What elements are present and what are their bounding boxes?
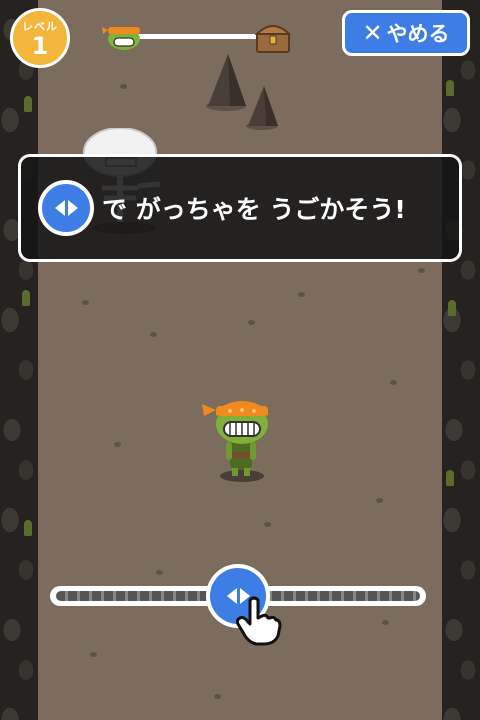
tutorial-banner: で がっちゃを うごかそう! bbox=[18, 154, 462, 262]
player-head-icon bbox=[102, 27, 140, 50]
quit-button-label: やめる bbox=[386, 22, 450, 46]
level-badge: レベル 1 bbox=[10, 8, 70, 68]
treasure-chest-icon bbox=[254, 25, 292, 53]
quit-button[interactable]: ✕ やめる bbox=[342, 10, 470, 56]
pointing-hand-icon bbox=[236, 596, 282, 646]
moss bbox=[24, 96, 32, 112]
moss bbox=[448, 300, 456, 316]
moss bbox=[446, 80, 454, 96]
right-cave-wall bbox=[442, 0, 480, 720]
tutorial-text: で がっちゃを うごかそう! bbox=[102, 195, 406, 224]
moss bbox=[446, 470, 454, 486]
moss bbox=[24, 520, 32, 536]
level-progress-bar bbox=[102, 20, 292, 54]
left-cave-wall bbox=[0, 0, 38, 720]
level-number: 1 bbox=[31, 32, 49, 60]
player-character bbox=[202, 401, 268, 482]
moss bbox=[22, 290, 30, 306]
close-icon: ✕ bbox=[362, 19, 383, 47]
stalagmite-obstacle bbox=[206, 54, 278, 130]
left-right-arrows-icon bbox=[38, 180, 94, 236]
